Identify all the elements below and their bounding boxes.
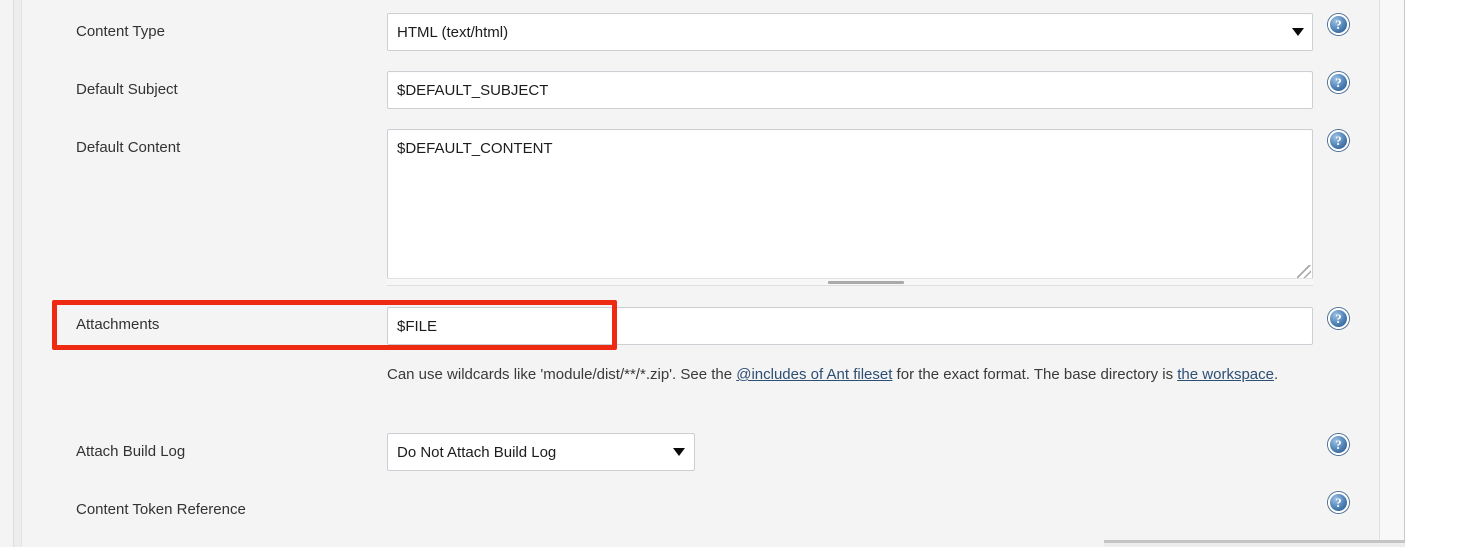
- help-icon-default-subject[interactable]: ?: [1328, 72, 1349, 93]
- page-left-gutter: [0, 0, 13, 547]
- label-default-subject: Default Subject: [76, 81, 178, 98]
- label-default-content: Default Content: [76, 139, 181, 156]
- resize-handle-icon[interactable]: [1297, 265, 1311, 279]
- default-subject-input[interactable]: $DEFAULT_SUBJECT: [387, 71, 1313, 109]
- divider-right-outer: [1404, 0, 1405, 547]
- screenshot-root: Content Type HTML (text/html) ? Default …: [0, 0, 1461, 547]
- attachments-description-part2: for the exact format. The base directory…: [892, 366, 1178, 383]
- content-type-select-value: HTML (text/html): [397, 23, 509, 41]
- page-left-band: [14, 0, 21, 547]
- bottom-partial-panel: [1104, 540, 1405, 547]
- workspace-link[interactable]: the workspace: [1177, 366, 1274, 383]
- help-icon-content-type[interactable]: ?: [1328, 14, 1349, 35]
- default-content-textarea-value: $DEFAULT_CONTENT: [397, 140, 553, 157]
- attach-build-log-select-value: Do Not Attach Build Log: [397, 443, 557, 461]
- content-type-select[interactable]: HTML (text/html): [387, 13, 1313, 51]
- attachments-description-part1: Can use wildcards like 'module/dist/**/*…: [387, 366, 737, 383]
- help-icon-attach-build-log[interactable]: ?: [1328, 434, 1349, 455]
- default-content-textarea[interactable]: $DEFAULT_CONTENT: [387, 129, 1313, 281]
- divider-right-inner: [1379, 0, 1380, 547]
- textarea-drag-track[interactable]: [387, 278, 1313, 286]
- attachments-input[interactable]: $FILE: [387, 307, 1313, 345]
- chevron-down-icon-build-log[interactable]: [673, 448, 685, 456]
- attachments-description: Can use wildcards like 'module/dist/**/*…: [387, 363, 1317, 386]
- help-icon-default-content[interactable]: ?: [1328, 130, 1349, 151]
- textarea-drag-grip[interactable]: [828, 281, 904, 284]
- label-content-type: Content Type: [76, 23, 165, 40]
- panel-right-strip: [1380, 0, 1404, 547]
- help-icon-attachments[interactable]: ?: [1328, 308, 1349, 329]
- chevron-down-icon[interactable]: [1292, 28, 1304, 36]
- help-icon-content-token-reference[interactable]: ?: [1328, 492, 1349, 513]
- ant-fileset-link[interactable]: @includes of Ant fileset: [736, 366, 892, 383]
- label-content-token-reference: Content Token Reference: [76, 501, 246, 518]
- default-subject-input-value: $DEFAULT_SUBJECT: [397, 81, 549, 99]
- label-attach-build-log: Attach Build Log: [76, 443, 186, 460]
- label-attachments: Attachments: [76, 316, 160, 333]
- page-right-white-area: [1405, 0, 1461, 547]
- attachments-description-part3: .: [1273, 366, 1279, 383]
- attach-build-log-select[interactable]: Do Not Attach Build Log: [387, 433, 695, 471]
- divider-left-inner: [21, 0, 22, 547]
- attachments-input-value: $FILE: [397, 317, 438, 335]
- divider-left-outer: [13, 0, 14, 547]
